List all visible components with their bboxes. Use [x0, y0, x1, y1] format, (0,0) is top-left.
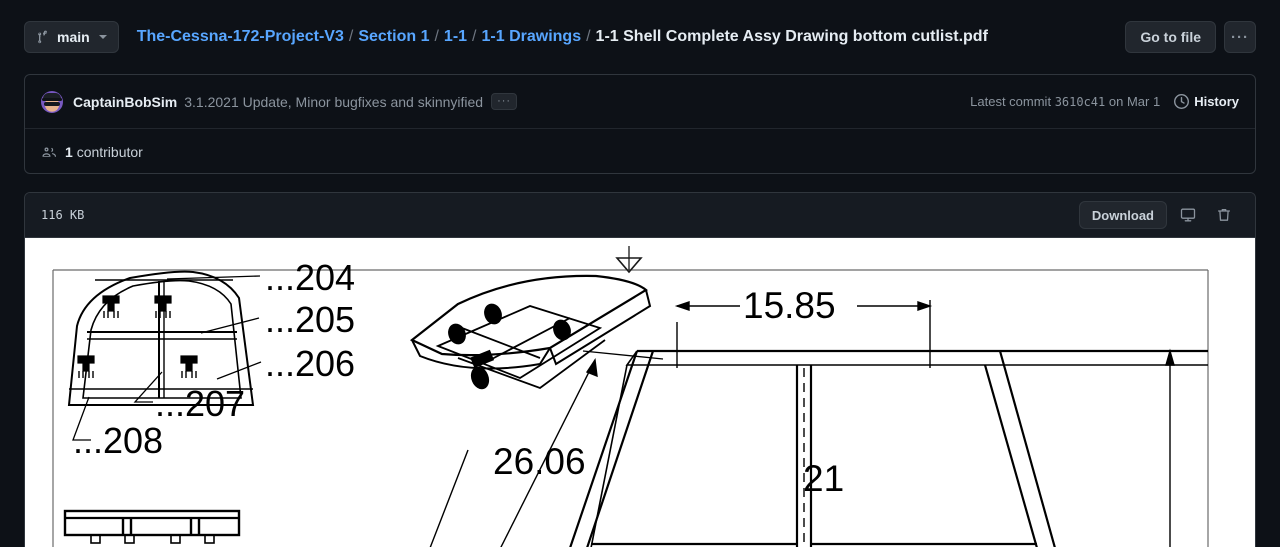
github-file-view-page: main The-Cessna-172-Project-V3 / Section… [0, 0, 1280, 547]
balloon-label-207: ...207 [155, 383, 245, 424]
commit-message: 3.1.2021 Update, Minor bugfixes and skin… [184, 93, 484, 110]
commit-info-panel: CaptainBobSim 3.1.2021 Update, Minor bug… [24, 74, 1256, 174]
section-trapezoid-view [569, 349, 1208, 547]
latest-commit-row: CaptainBobSim 3.1.2021 Update, Minor bug… [25, 75, 1255, 129]
pdf-preview-canvas: ...204 ...205 ...206 ...207 ...208 15.85… [25, 238, 1255, 547]
contributor-word: contributor [76, 143, 143, 160]
latest-commit-info: Latest commit 3610c41 on Mar 1 [970, 94, 1160, 109]
branch-selector-button[interactable]: main [24, 21, 119, 53]
bottom-plan-rail-view [63, 509, 241, 544]
monitor-icon [1180, 208, 1196, 222]
balloon-label-205: ...205 [265, 299, 355, 340]
isometric-assembly-view [409, 274, 652, 390]
caster-symbol [154, 295, 172, 318]
commit-sha[interactable]: 3610c41 [1055, 95, 1106, 109]
balloon-label-208: ...208 [73, 420, 163, 461]
datum-triangle-marker [615, 246, 643, 274]
breadcrumb-folder-1-1-drawings[interactable]: 1-1 Drawings [482, 28, 582, 46]
breadcrumb-current-file: 1-1 Shell Complete Assy Drawing bottom c… [595, 28, 988, 45]
balloon-label-204: ...204 [265, 257, 355, 298]
file-size-label: 116 KB [41, 208, 85, 222]
history-link[interactable]: History [1174, 94, 1239, 109]
dimension-label-26-06: 26.06 [493, 441, 586, 482]
caster-symbol [180, 355, 198, 378]
breadcrumb-separator: / [472, 28, 477, 45]
dimension-label-15-85: 15.85 [743, 285, 836, 326]
chevron-down-icon [98, 35, 107, 39]
trash-icon [1217, 208, 1231, 221]
breadcrumb-separator: / [348, 28, 354, 45]
contributor-count-label[interactable]: 1 contributor [65, 144, 143, 160]
commit-meta: Latest commit 3610c41 on Mar 1 History [970, 94, 1239, 109]
file-toolbar-actions: Download [1078, 201, 1239, 229]
breadcrumb-folder-1-1[interactable]: 1-1 [444, 28, 467, 46]
history-label: History [1194, 94, 1239, 109]
contributors-row: 1 contributor [25, 129, 1255, 173]
more-options-button[interactable]: ··· [1224, 21, 1256, 53]
file-content-panel: 116 KB Download ...204 ...205 ...206 ...… [24, 192, 1256, 547]
repository-header: main The-Cessna-172-Project-V3 / Section… [0, 0, 1280, 74]
download-button[interactable]: Download [1078, 201, 1167, 229]
commit-date: on Mar 1 [1108, 94, 1161, 109]
breadcrumb-separator: / [434, 28, 439, 45]
avatar[interactable] [41, 90, 63, 113]
clock-icon [1174, 94, 1190, 109]
delete-file-button[interactable] [1209, 201, 1239, 229]
balloon-label-206: ...206 [265, 343, 355, 384]
dimension-label-21: 21 [803, 458, 844, 499]
avatar-hat-brim [42, 98, 62, 101]
commit-author-link[interactable]: CaptainBobSim [73, 94, 177, 110]
latest-commit-prefix: Latest commit [970, 94, 1052, 109]
engineering-drawing: ...204 ...205 ...206 ...207 ...208 15.85… [52, 246, 1209, 547]
branch-icon [38, 30, 47, 44]
breadcrumb-repo[interactable]: The-Cessna-172-Project-V3 [137, 28, 344, 46]
display-raw-button[interactable] [1173, 201, 1203, 229]
breadcrumb-separator: / [586, 28, 591, 45]
caster-symbol [102, 295, 120, 318]
branch-name-label: main [57, 29, 90, 45]
breadcrumb: The-Cessna-172-Project-V3 / Section 1 / … [137, 28, 988, 46]
go-to-file-button[interactable]: Go to file [1125, 21, 1216, 53]
expand-commit-message-button[interactable]: ··· [491, 93, 518, 110]
people-icon [42, 147, 56, 157]
leader-205 [200, 317, 260, 334]
file-toolbar: 116 KB Download [25, 193, 1255, 238]
avatar-sunglasses [44, 101, 60, 106]
dimension-right-vertical [1165, 348, 1175, 547]
caster-symbols [77, 295, 198, 378]
header-actions: Go to file ··· [1125, 21, 1256, 53]
breadcrumb-folder-section-1[interactable]: Section 1 [358, 28, 429, 46]
contributor-count: 1 [65, 143, 73, 160]
